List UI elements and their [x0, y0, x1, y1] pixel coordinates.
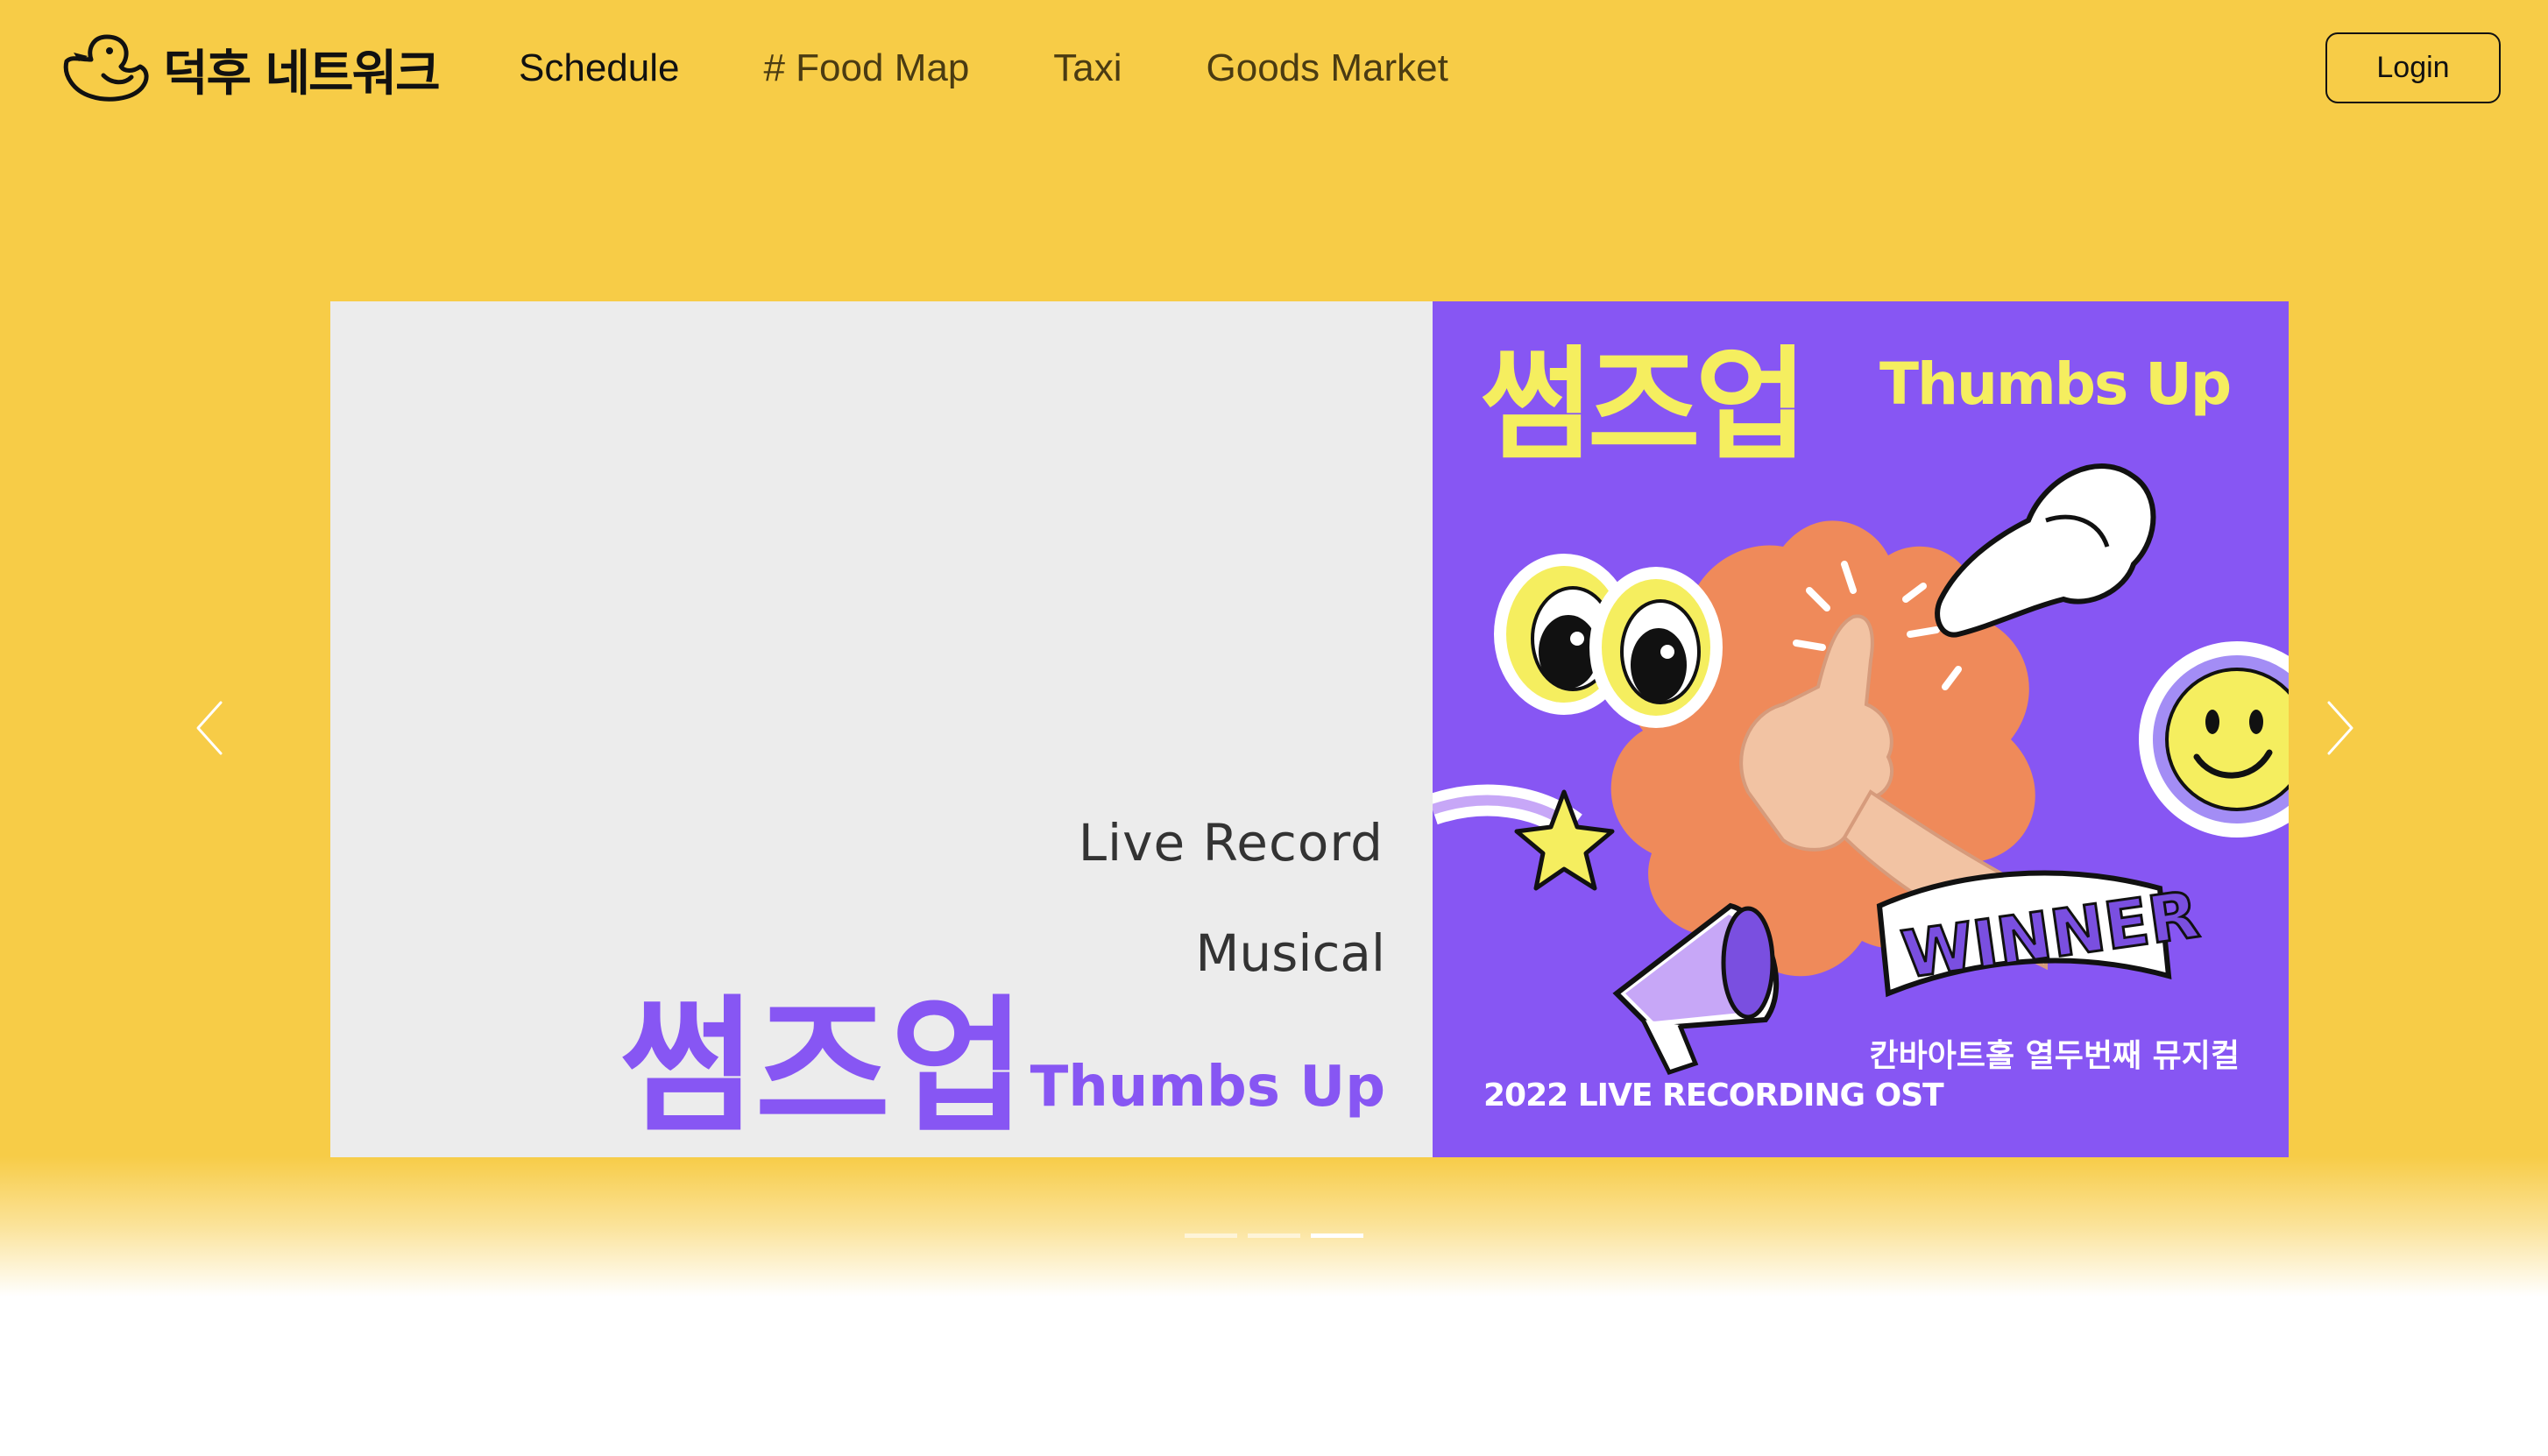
poster-subtitle-english: 2022 LIVE RECORDING OST — [1483, 1078, 1944, 1113]
nav-item-taxi[interactable]: Taxi — [1053, 46, 1122, 90]
winner-sticker: WINNER — [1876, 870, 2205, 998]
pagination-dot-2[interactable] — [1248, 1233, 1300, 1238]
slide-genre-label: Musical — [1195, 923, 1385, 983]
site-logo[interactable]: 덕후 네트워크 — [61, 30, 441, 109]
poster-title-english: Thumbs Up — [1879, 350, 2232, 418]
nav-item-food-map[interactable]: # Food Map — [763, 46, 969, 90]
hero-carousel: Live Record Musical 썸즈업 Thumbs Up WINNER… — [330, 301, 2289, 1157]
nav-item-goods-market[interactable]: Goods Market — [1207, 46, 1448, 90]
slide-type-label: Live Record — [1078, 813, 1384, 873]
poster-image[interactable]: WINNER 썸즈업 Thumbs Up 칸바아트홀 열두번째 뮤지컬 2022… — [1433, 301, 2289, 1157]
site-header: 덕후 네트워크 Schedule # Food Map Taxi Goods M… — [0, 0, 2548, 137]
slide-title-english: Thumbs Up — [1030, 1055, 1385, 1120]
carousel-next-button[interactable] — [2318, 697, 2362, 759]
poster-subtitle-korean: 칸바아트홀 열두번째 뮤지컬 — [1869, 1038, 2240, 1074]
slide-info-panel[interactable]: Live Record Musical 썸즈업 Thumbs Up — [330, 301, 1433, 1157]
poster-title-korean: 썸즈업 — [1480, 335, 1808, 477]
pagination-dot-1[interactable] — [1185, 1233, 1237, 1238]
nav-item-schedule[interactable]: Schedule — [519, 46, 679, 90]
megaphone-sticker — [1612, 902, 1780, 1076]
slide-title-korean: 썸즈업 — [619, 981, 1026, 1153]
duck-icon — [63, 34, 149, 102]
carousel-pagination — [1185, 1233, 1374, 1240]
googly-eyes-sticker — [1494, 554, 1723, 728]
carousel-prev-button[interactable] — [188, 697, 231, 759]
chevron-left-icon — [196, 701, 223, 755]
chevron-right-icon — [2327, 701, 2353, 755]
rainbow-star-sticker — [1433, 784, 1615, 891]
main-nav: Schedule # Food Map Taxi Goods Market — [519, 37, 1532, 100]
logo-text: 덕후 네트워크 — [163, 45, 441, 102]
pagination-dot-3[interactable] — [1311, 1233, 1363, 1238]
pointing-hand-sticker — [1935, 463, 2156, 638]
smiley-sticker — [2139, 641, 2289, 838]
login-button[interactable]: Login — [2325, 32, 2501, 103]
